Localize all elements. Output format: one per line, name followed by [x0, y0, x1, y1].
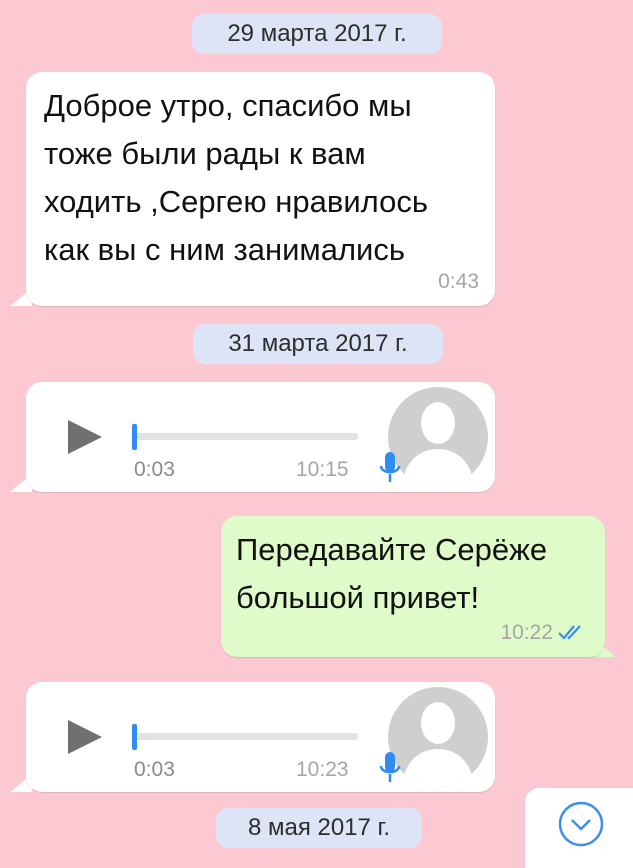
- date-separator: 31 марта 2017 г.: [193, 324, 443, 364]
- message-time: 10:22: [500, 621, 553, 644]
- audio-progress-track[interactable]: [134, 433, 358, 440]
- message-time: 10:23: [296, 758, 349, 781]
- avatar: [388, 687, 488, 787]
- audio-progress-thumb[interactable]: [132, 424, 137, 450]
- scroll-down-button[interactable]: [525, 788, 633, 868]
- message-time: 10:15: [296, 458, 349, 481]
- microphone-icon: [379, 452, 401, 482]
- date-separator: 29 марта 2017 г.: [192, 14, 442, 54]
- audio-progress-track[interactable]: [134, 733, 358, 740]
- message-text: Передавайте Серёже большой привет!: [236, 532, 548, 615]
- incoming-voice-message: 0:03 10:23: [26, 682, 495, 792]
- play-icon[interactable]: [68, 420, 102, 454]
- message-time: 0:43: [438, 270, 479, 293]
- chevron-down-icon: [558, 801, 604, 847]
- message-text: Доброе утро, спасибо мы тоже были рады к…: [44, 88, 429, 267]
- double-check-icon: [558, 625, 581, 640]
- audio-progress-thumb[interactable]: [132, 724, 137, 750]
- incoming-message[interactable]: Доброе утро, спасибо мы тоже были рады к…: [26, 72, 495, 306]
- date-separator: 8 мая 2017 г.: [216, 808, 422, 848]
- avatar-placeholder-icon: [402, 702, 474, 787]
- outgoing-message[interactable]: Передавайте Серёже большой привет! 10:22: [221, 516, 605, 657]
- audio-duration: 0:03: [134, 458, 175, 481]
- avatar: [388, 387, 488, 487]
- play-icon[interactable]: [68, 720, 102, 754]
- incoming-voice-message: 0:03 10:15: [26, 382, 495, 492]
- avatar-placeholder-icon: [402, 402, 474, 487]
- microphone-icon: [379, 752, 401, 782]
- audio-duration: 0:03: [134, 758, 175, 781]
